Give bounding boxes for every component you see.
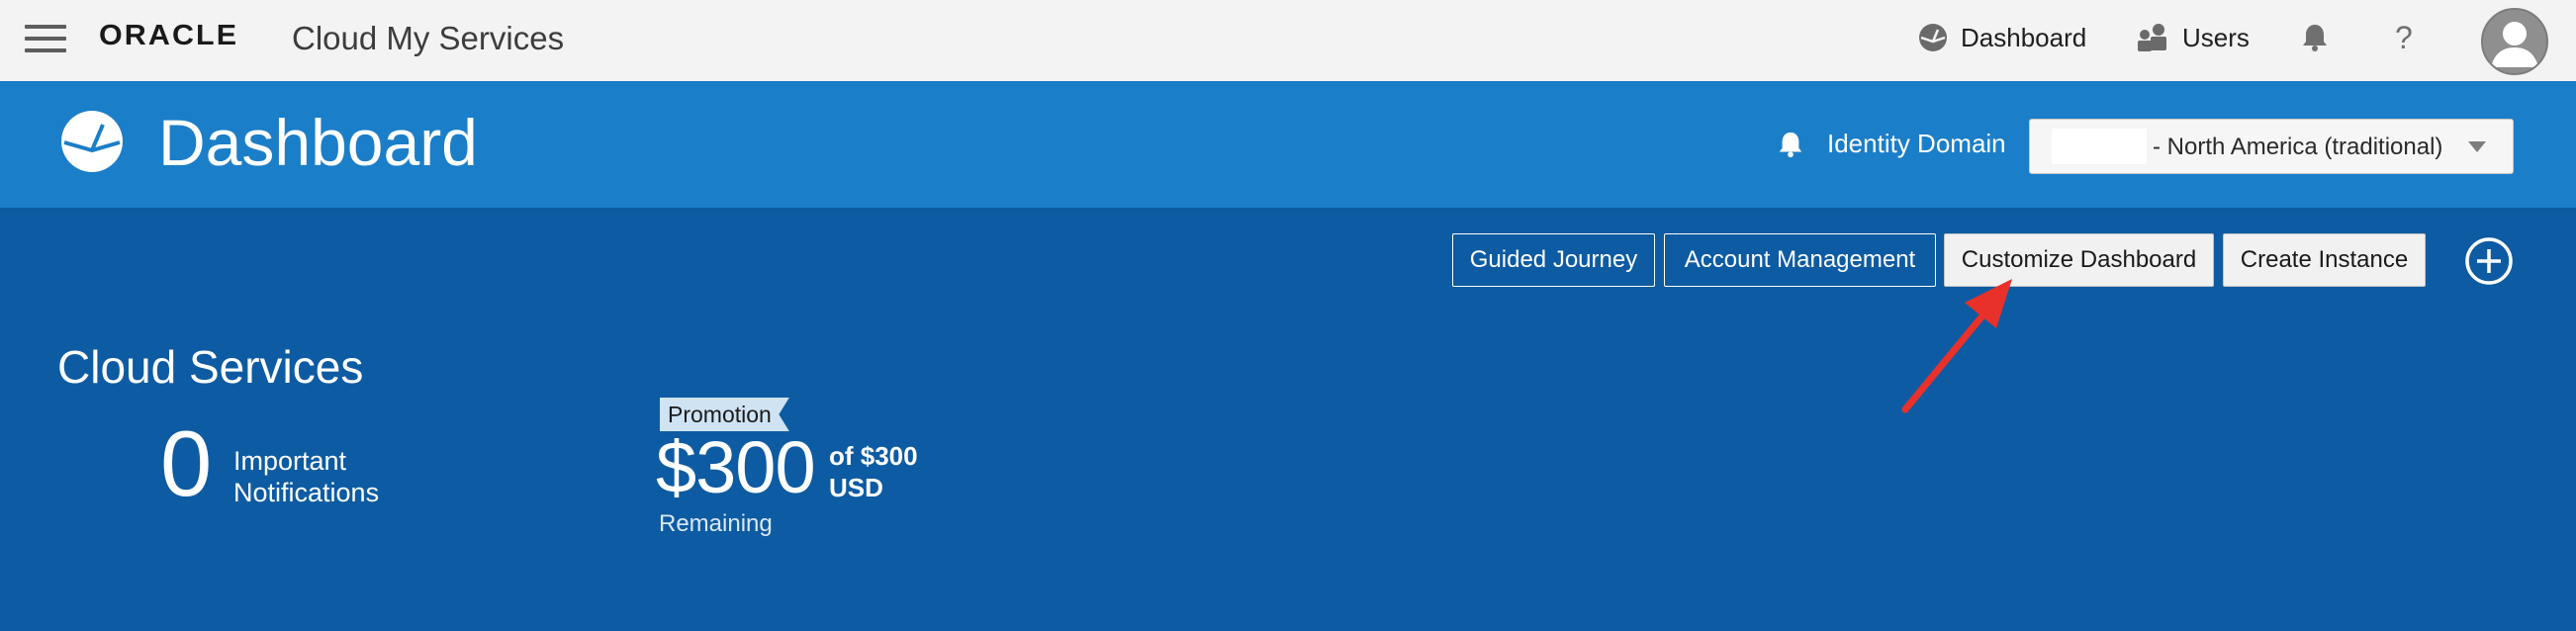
promotion-total-line2: USD [829,473,883,502]
help-button[interactable]: ? [2395,18,2413,57]
cloud-services-title: Cloud Services [57,341,364,393]
nav-dashboard-label: Dashboard [1961,22,2087,52]
promotion-remaining-label: Remaining [659,510,773,537]
bell-icon [1779,132,1802,158]
identity-domain-value: - North America (traditional) [2153,134,2443,160]
notifications-bell[interactable] [2300,18,2342,57]
promotion-amount[interactable]: $300 [656,431,816,504]
nav-users[interactable]: Users [2135,18,2250,57]
dashboard-banner: Dashboard Identity Domain - North Americ… [0,81,2576,208]
customize-dashboard-button[interactable]: Customize Dashboard [1944,233,2214,287]
create-instance-button[interactable]: Create Instance [2223,233,2426,287]
identity-domain-label: Identity Domain [1827,129,2006,158]
users-icon [2138,24,2166,51]
oracle-logo[interactable]: ORACLE [99,20,238,52]
bell-icon [2303,25,2327,51]
guided-journey-button[interactable]: Guided Journey [1452,233,1655,287]
dashboard-icon [61,111,123,172]
top-header: ORACLE Cloud My Services Dashboard Users… [0,0,2576,82]
user-avatar-icon[interactable] [2481,8,2548,75]
account-management-button[interactable]: Account Management [1664,233,1936,287]
menu-icon[interactable] [25,22,66,55]
app-title: Cloud My Services [292,20,565,56]
redacted-domain-name [2052,129,2147,164]
nav-users-label: Users [2182,22,2250,52]
chevron-down-icon [2468,141,2486,152]
help-icon: ? [2395,19,2413,55]
nav-dashboard[interactable]: Dashboard [1917,18,2086,57]
add-icon[interactable] [2464,236,2514,286]
notifications-label[interactable]: Important Notifications [233,445,431,508]
dashboard-icon [1919,24,1947,51]
notifications-label-line1: Important [233,446,347,476]
promotion-total: of $300 USD [829,440,918,503]
notifications-count[interactable]: 0 [160,417,212,510]
identity-domain-select[interactable]: - North America (traditional) [2029,119,2514,174]
promotion-total-line1: of $300 [829,441,918,471]
notifications-label-line2: Notifications [233,478,380,507]
main-content: Guided Journey Account Management Custom… [0,208,2576,631]
page-title: Dashboard [158,106,478,179]
